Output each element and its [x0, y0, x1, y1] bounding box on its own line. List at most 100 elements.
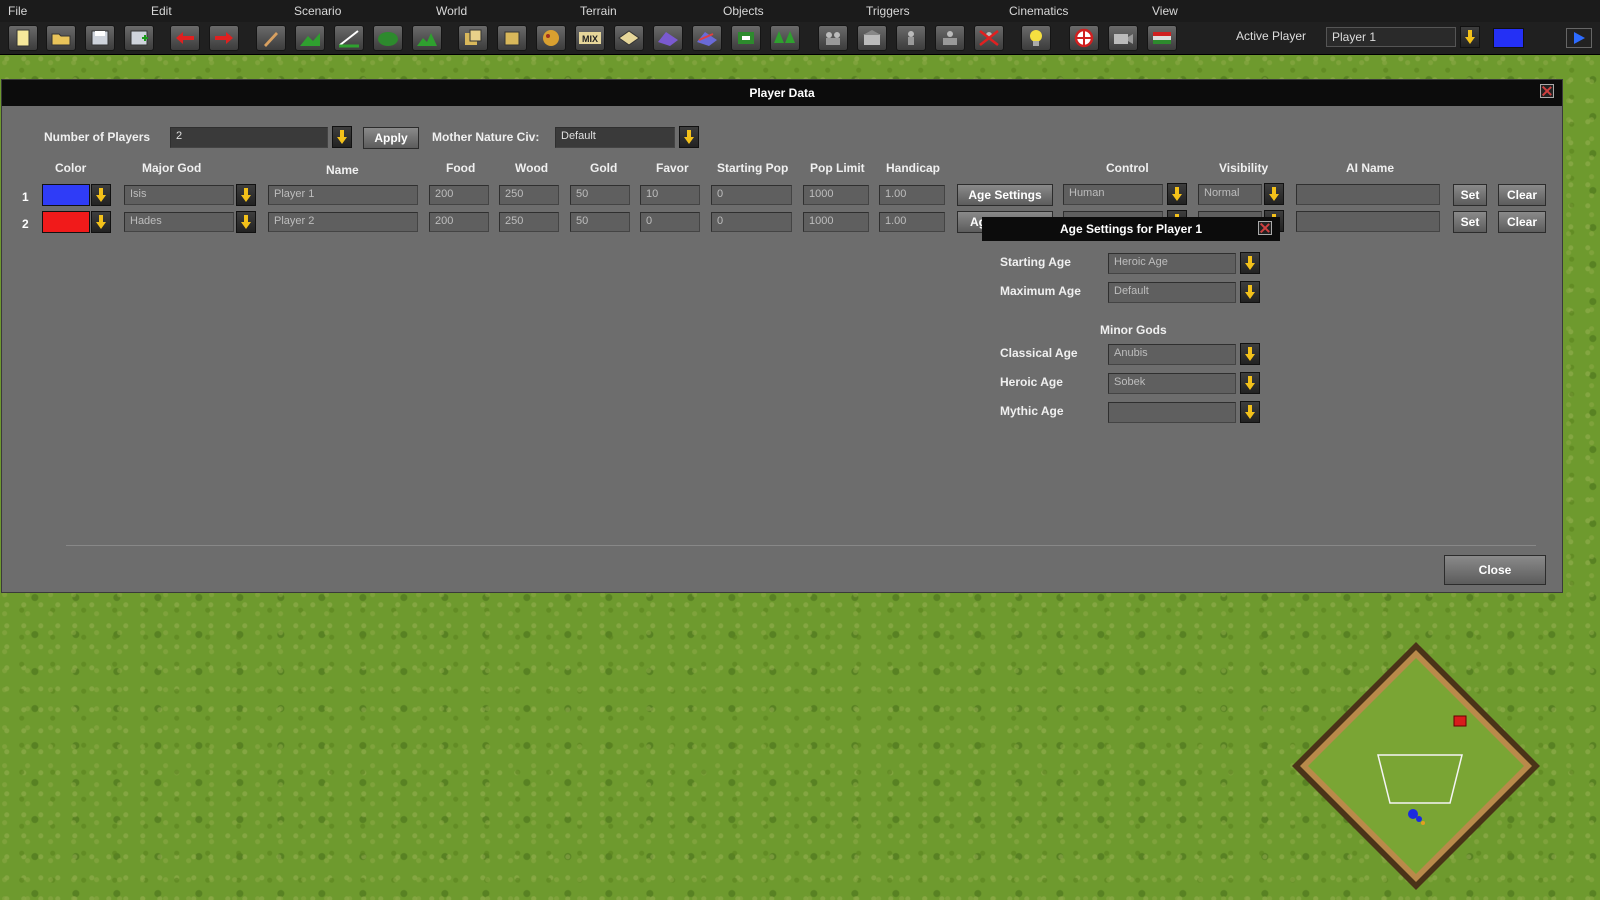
player-color-swatch[interactable] [42, 211, 90, 233]
clear-ai-button[interactable]: Clear [1498, 211, 1546, 233]
menu-scenario[interactable]: Scenario [294, 4, 341, 18]
new-file-icon[interactable] [8, 25, 38, 51]
mix-terrain-icon[interactable]: MIX [575, 25, 605, 51]
menu-cinematics[interactable]: Cinematics [1009, 4, 1068, 18]
copy-icon[interactable] [458, 25, 488, 51]
ai-name-field[interactable] [1296, 211, 1440, 232]
paint-brush-icon[interactable] [256, 25, 286, 51]
target-icon[interactable] [1069, 25, 1099, 51]
menu-view[interactable]: View [1152, 4, 1178, 18]
menu-triggers[interactable]: Triggers [866, 4, 910, 18]
chevron-down-icon[interactable] [1167, 183, 1187, 205]
wood-field[interactable]: 250 [499, 185, 559, 205]
road-icon[interactable] [653, 25, 683, 51]
undo-arrow-icon[interactable] [170, 25, 200, 51]
open-folder-icon[interactable] [46, 25, 76, 51]
column-header-color: Color [55, 161, 87, 175]
place-buildings-icon[interactable] [857, 25, 887, 51]
save-icon[interactable] [85, 25, 115, 51]
chevron-down-icon[interactable] [91, 211, 111, 233]
active-player-color-swatch [1493, 28, 1524, 48]
handicap-field[interactable]: 1.00 [879, 185, 945, 205]
apply-button[interactable]: Apply [363, 127, 419, 149]
light-bulb-icon[interactable] [1021, 25, 1051, 51]
starting-pop-field[interactable]: 0 [711, 185, 792, 205]
chevron-down-icon[interactable] [1264, 183, 1284, 205]
group-units-icon[interactable] [935, 25, 965, 51]
menu-terrain[interactable]: Terrain [580, 4, 617, 18]
chevron-down-icon[interactable] [236, 184, 256, 206]
redo-arrow-icon[interactable] [209, 25, 239, 51]
column-header-control: Control [1106, 161, 1149, 175]
river-icon[interactable] [692, 25, 722, 51]
save-as-icon[interactable] [124, 25, 154, 51]
chevron-down-icon[interactable] [1460, 26, 1480, 48]
ai-name-field[interactable] [1296, 184, 1440, 205]
column-header-food: Food [446, 161, 476, 175]
play-icon[interactable] [1566, 28, 1592, 48]
cliff-icon[interactable] [412, 25, 442, 51]
visibility-select[interactable]: Normal [1198, 184, 1262, 205]
menu-edit[interactable]: Edit [151, 4, 172, 18]
chevron-down-icon[interactable] [679, 126, 699, 148]
paint-terrain-icon[interactable] [536, 25, 566, 51]
flag-banner-icon[interactable] [1147, 25, 1177, 51]
close-icon[interactable] [1258, 221, 1272, 235]
pop-limit-field[interactable]: 1000 [803, 212, 869, 232]
chevron-down-icon[interactable] [1240, 281, 1260, 303]
delete-units-icon[interactable] [974, 25, 1004, 51]
active-player-select[interactable]: Player 1 [1326, 27, 1456, 47]
mythic-age-select[interactable] [1108, 402, 1236, 423]
menu-objects[interactable]: Objects [723, 4, 764, 18]
clear-ai-button[interactable]: Clear [1498, 184, 1546, 206]
heroic-age-select[interactable]: Sobek [1108, 373, 1236, 394]
menu-file[interactable]: File [8, 4, 27, 18]
chevron-down-icon[interactable] [91, 184, 111, 206]
flag-icon[interactable] [731, 25, 761, 51]
major-god-select[interactable]: Hades [124, 212, 234, 232]
gold-field[interactable]: 50 [570, 185, 630, 205]
forest-icon[interactable] [770, 25, 800, 51]
chevron-down-icon[interactable] [236, 211, 256, 233]
starting-age-select[interactable]: Heroic Age [1108, 253, 1236, 274]
chevron-down-icon[interactable] [1240, 343, 1260, 365]
gold-field[interactable]: 50 [570, 212, 630, 232]
control-select[interactable]: Human [1063, 184, 1163, 205]
close-icon[interactable] [1540, 84, 1554, 98]
handicap-field[interactable]: 1.00 [879, 212, 945, 232]
smooth-terrain-icon[interactable] [334, 25, 364, 51]
mother-nature-civ-field[interactable]: Default [555, 127, 675, 148]
pop-limit-field[interactable]: 1000 [803, 185, 869, 205]
starting-pop-field[interactable]: 0 [711, 212, 792, 232]
maximum-age-select[interactable]: Default [1108, 282, 1236, 303]
place-units-icon[interactable] [818, 25, 848, 51]
classical-age-select[interactable]: Anubis [1108, 344, 1236, 365]
erase-terrain-icon[interactable] [614, 25, 644, 51]
player-name-field[interactable]: Player 2 [268, 212, 418, 232]
age-settings-button[interactable]: Age Settings [957, 184, 1053, 206]
favor-field[interactable]: 0 [640, 212, 700, 232]
food-field[interactable]: 200 [429, 185, 489, 205]
set-ai-button[interactable]: Set [1453, 184, 1487, 206]
player-name-field[interactable]: Player 1 [268, 185, 418, 205]
chevron-down-icon[interactable] [332, 126, 352, 148]
food-field[interactable]: 200 [429, 212, 489, 232]
set-ai-button[interactable]: Set [1453, 211, 1487, 233]
mother-nature-civ-label: Mother Nature Civ: [432, 130, 540, 144]
move-units-icon[interactable] [896, 25, 926, 51]
number-of-players-field[interactable]: 2 [170, 127, 328, 148]
favor-field[interactable]: 10 [640, 185, 700, 205]
wood-field[interactable]: 250 [499, 212, 559, 232]
chevron-down-icon[interactable] [1240, 401, 1260, 423]
menu-world[interactable]: World [436, 4, 467, 18]
major-god-select[interactable]: Isis [124, 185, 234, 205]
camera-icon[interactable] [1108, 25, 1138, 51]
water-icon[interactable] [373, 25, 403, 51]
elevate-terrain-icon[interactable] [295, 25, 325, 51]
chevron-down-icon[interactable] [1240, 372, 1260, 394]
chevron-down-icon[interactable] [1240, 252, 1260, 274]
close-button[interactable]: Close [1444, 555, 1546, 585]
minimap[interactable] [1290, 640, 1542, 892]
paste-icon[interactable] [497, 25, 527, 51]
player-color-swatch[interactable] [42, 184, 90, 206]
